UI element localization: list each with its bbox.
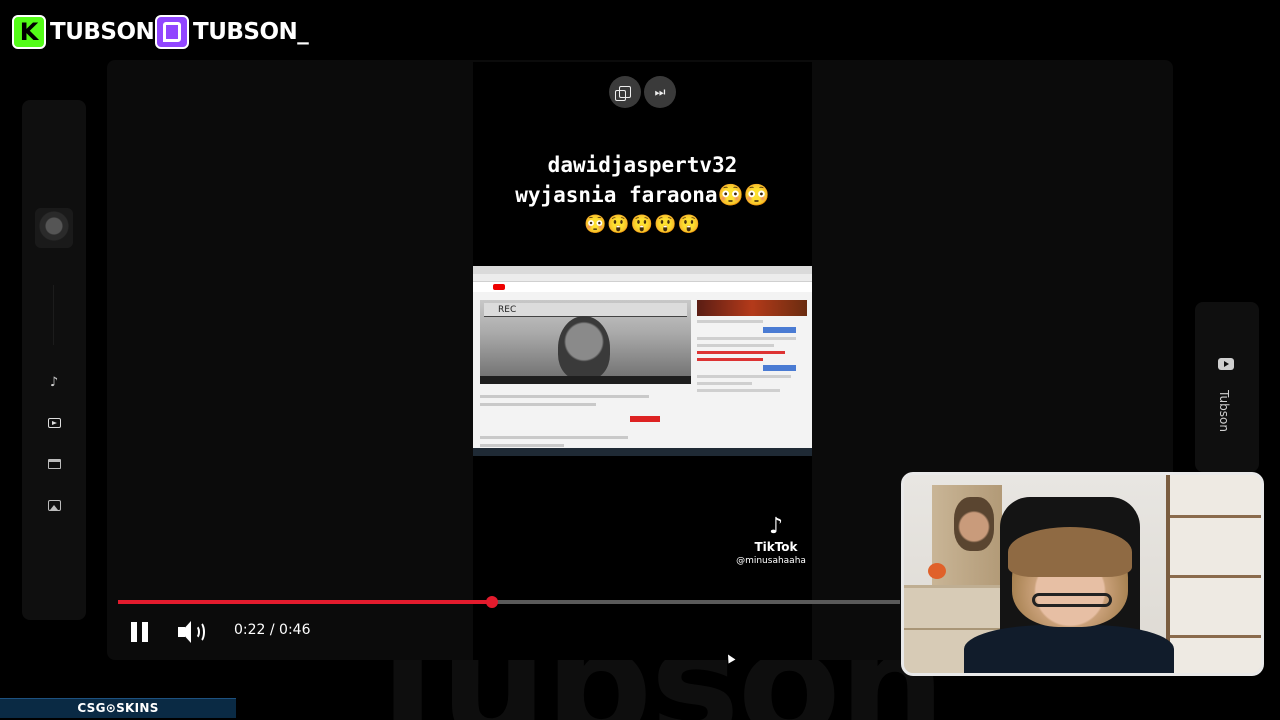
channel-name: Tubson: [1217, 390, 1231, 432]
twitch-handle: TUBSON_: [193, 19, 309, 45]
tiktok-watermark: ♪ TikTok @minusahaaha: [736, 514, 811, 568]
youtube-icon: [1218, 358, 1234, 370]
kick-handle: TUBSON: [50, 19, 155, 45]
embedded-browser-screenshot: REC: [473, 266, 812, 456]
caption-line-3: 😳😲😲😲😲: [583, 214, 702, 235]
tiktok-username: @minusahaaha: [736, 556, 806, 566]
sidebar-avatar[interactable]: [35, 208, 73, 248]
channel-tab[interactable]: Tubson: [1195, 302, 1259, 472]
speaker-icon: [178, 621, 191, 643]
tiktok-brand: TikTok: [754, 540, 798, 554]
kick-badge: K TUBSON: [12, 12, 155, 52]
video-caption: dawidjaspertv32 wyjasnia faraona😳😳 😳😲😲😲😲: [473, 150, 812, 240]
clapperboard-icon[interactable]: [44, 454, 64, 474]
rec-label: REC: [484, 303, 687, 317]
progress-bar[interactable]: [118, 596, 900, 608]
tiktok-logo-icon: ♪: [768, 514, 784, 539]
skip-next-icon: ⏭: [654, 84, 666, 99]
video-frame[interactable]: ⏭ dawidjaspertv32 wyjasnia faraona😳😳 😳😲😲…: [473, 62, 812, 660]
kick-logo-icon: K: [12, 15, 46, 49]
sponsor-banner: CSG⊙SKINS: [0, 698, 236, 718]
image-icon[interactable]: [44, 495, 64, 515]
twitch-logo-icon: [155, 15, 189, 49]
volume-button[interactable]: [176, 619, 206, 645]
caption-line-2: wyjasnia faraona😳😳: [515, 183, 770, 207]
caption-line-1: dawidjaspertv32: [547, 153, 738, 177]
popout-button[interactable]: [609, 76, 641, 108]
left-sidebar: ♪: [22, 100, 86, 620]
pause-icon: [130, 622, 137, 642]
progress-fill: [118, 600, 492, 604]
progress-handle[interactable]: [486, 596, 498, 608]
embedded-video: REC: [480, 300, 691, 384]
skip-next-button[interactable]: ⏭: [644, 76, 676, 108]
webcam-overlay: [901, 472, 1264, 676]
sidebar-divider: [53, 285, 54, 345]
music-note-icon[interactable]: ♪: [44, 372, 64, 392]
pause-button[interactable]: [128, 620, 150, 644]
popout-icon: [615, 86, 631, 101]
twitch-badge: TUBSON_: [155, 12, 309, 52]
video-icon[interactable]: [44, 413, 64, 433]
time-display: 0:22 / 0:46: [234, 622, 311, 638]
